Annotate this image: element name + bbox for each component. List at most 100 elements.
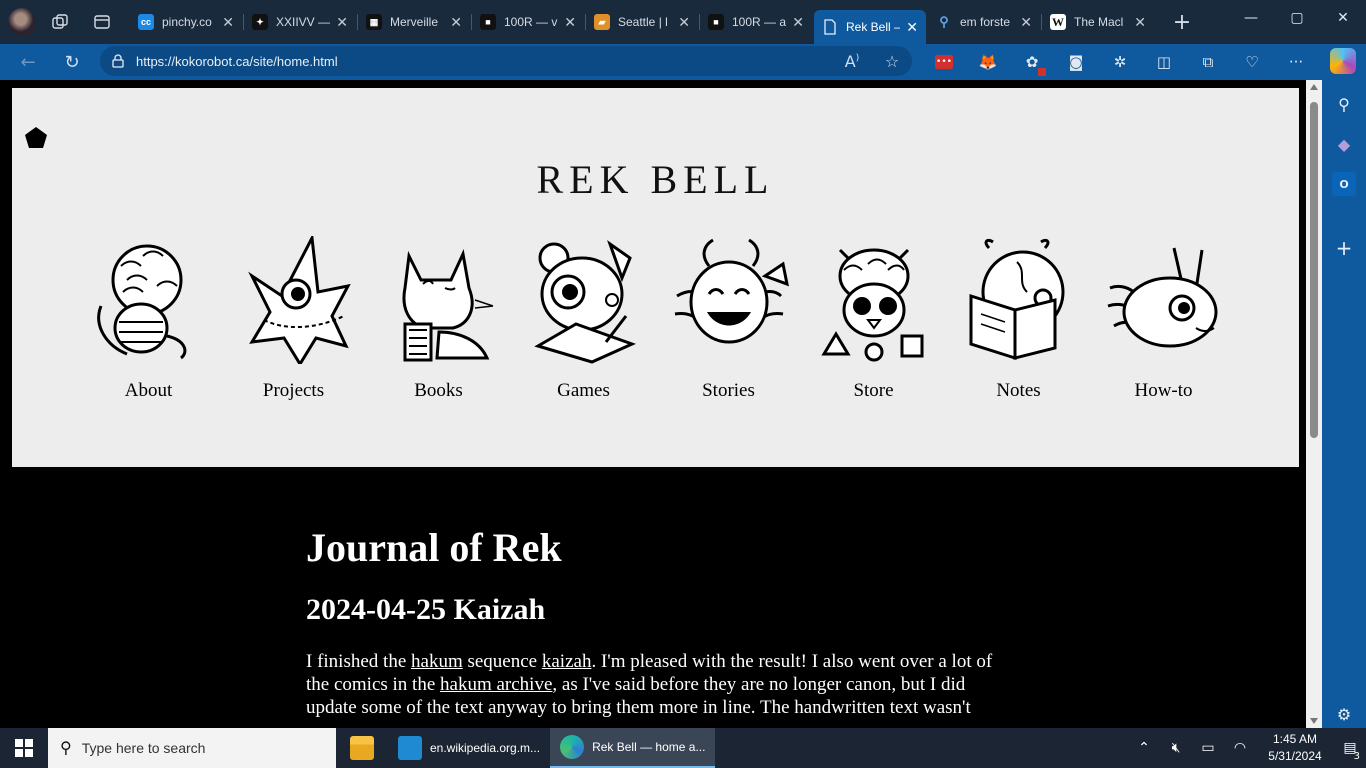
tab-label: The Macl [1074,15,1124,29]
entry-paragraph: I finished the hakum sequence kaizah. I'… [306,650,1016,719]
close-icon[interactable]: ✕ [450,14,462,31]
projects-creature-illustration [247,236,351,364]
tab-actions-icon[interactable] [84,4,120,40]
screen: cc pinchy.co ✕ ✦ XXIIVV — ✕ ▦ Merveille … [0,0,1366,768]
metamask-fox-icon[interactable]: 🦊 [966,44,1010,80]
file-explorer-button[interactable] [336,728,388,768]
menu-item-how-to[interactable]: How-to [1091,236,1236,402]
copilot-icon[interactable] [1330,48,1356,74]
menu-item-store[interactable]: Store [801,236,946,402]
collections-icon[interactable]: ⧉ [1186,44,1230,80]
close-icon[interactable]: ✕ [1020,14,1032,31]
menu-label-about: About [124,380,173,401]
tab-seattle[interactable]: ▰ Seattle | l ✕ [586,6,700,38]
wifi-icon[interactable]: ◠ [1224,740,1256,756]
back-button[interactable]: ← [10,46,46,78]
menu-label-store: Store [853,380,894,401]
tab-100r-a[interactable]: ■ 100R — a ✕ [700,6,812,38]
search-placeholder: Type here to search [81,740,206,756]
extension-badge-icon[interactable]: ✿ [1010,44,1054,80]
notifications-icon[interactable]: ▤ 3 [1334,740,1366,762]
tab-100r-v[interactable]: ■ 100R — v ✕ [472,6,586,38]
page-scrollbar[interactable] [1306,80,1322,728]
minimize-button[interactable]: — [1228,0,1274,36]
refresh-button[interactable]: ↻ [54,46,90,78]
close-icon[interactable]: ✕ [792,14,804,31]
address-bar[interactable]: https://kokorobot.ca/site/home.html A) ☆ [100,46,912,76]
url-text[interactable]: https://kokorobot.ca/site/home.html [136,54,338,69]
hakum-link[interactable]: hakum [411,651,463,672]
hakum-archive-link[interactable]: hakum archive [440,674,552,695]
clock[interactable]: 1:45 AM 5/31/2024 [1256,731,1334,765]
how-to-creature-illustration [1107,247,1217,348]
scroll-up-arrow-icon[interactable] [1310,84,1318,90]
close-window-button[interactable]: ✕ [1320,0,1366,36]
menu-item-projects[interactable]: Projects [221,236,366,402]
chevron-up-icon[interactable]: ⌃ [1128,740,1160,756]
tab-label: XXIIVV — [276,15,331,29]
entry-title: 2024-04-25 Kaizah [306,593,546,626]
system-tray: ⌃ 🔇︎ ▭ ◠ 1:45 AM 5/31/2024 ▤ 3 [1128,728,1366,768]
tab-favicon-icon: ▰ [594,14,610,30]
menu-label-stories: Stories [702,380,755,401]
menu-item-games[interactable]: Games [511,236,656,402]
browser-toolbar: ← ↻ https://kokorobot.ca/site/home.html … [0,44,1366,80]
start-button[interactable] [0,728,48,768]
stories-creature-illustration [674,238,789,344]
workspaces-icon[interactable] [42,4,78,40]
tab-em-forster[interactable]: ⚲ em forste ✕ [928,6,1042,38]
menu-item-stories[interactable]: Stories [656,236,801,402]
tab-pinchy[interactable]: cc pinchy.co ✕ [130,6,244,38]
tab-label: 100R — a [732,15,787,29]
kaizah-link[interactable]: kaizah [542,651,592,672]
close-icon[interactable]: ✕ [336,14,348,31]
extensions-puzzle-icon[interactable]: ✲ [1098,44,1142,80]
profile-avatar[interactable] [8,8,36,36]
read-aloud-icon[interactable]: A) [832,52,872,71]
tab-xxiivv[interactable]: ✦ XXIIVV — ✕ [244,6,358,38]
notes-creature-illustration [969,238,1064,361]
menu-label-notes: Notes [996,380,1041,401]
battery-icon[interactable]: ▭ [1192,740,1224,756]
vscode-icon [398,736,422,760]
close-icon[interactable]: ✕ [564,14,576,31]
performance-heart-icon[interactable]: ♡ [1230,44,1274,80]
outlook-icon[interactable]: O [1332,172,1356,196]
menu-item-notes[interactable]: Notes [946,236,1091,402]
tab-merveille[interactable]: ▦ Merveille ✕ [358,6,472,38]
close-icon[interactable]: ✕ [906,19,918,36]
new-tab-button[interactable]: + [1164,6,1200,38]
more-menu-icon[interactable]: ··· [1274,44,1318,80]
home-pentagon-icon[interactable] [24,126,48,150]
scroll-down-arrow-icon[interactable] [1310,718,1318,724]
sidebar-settings-icon[interactable]: ⚙ [1332,702,1356,726]
speaker-muted-icon[interactable]: 🔇︎ [1160,740,1192,756]
scrollbar-thumb[interactable] [1310,102,1318,438]
taskbar-search-box[interactable]: ⚲ Type here to search [48,728,336,768]
extension-red-icon[interactable]: ••• [922,44,966,80]
tab-label: Seattle | l [618,15,668,29]
tab-rek-bell-active[interactable]: Rek Bell – ✕ [814,10,926,44]
favorite-star-icon[interactable]: ☆ [872,52,912,71]
add-sidebar-app-icon[interactable]: + [1332,236,1356,260]
menu-item-about[interactable]: About [76,236,221,402]
maximize-button[interactable]: ▢ [1274,0,1320,36]
search-icon[interactable]: ⚲ [1332,92,1356,116]
search-icon: ⚲ [60,740,72,757]
camera-icon[interactable]: ◙ [1054,44,1098,80]
close-icon[interactable]: ✕ [678,14,690,31]
edge-sidebar: ⚲ ◆ O + ⚙ [1322,80,1366,728]
close-icon[interactable]: ✕ [222,14,234,31]
books-creature-illustration [402,249,493,362]
close-icon[interactable]: ✕ [1134,14,1146,31]
journal-heading: Journal of Rek [306,525,562,570]
tab-wikipedia[interactable]: W The Macl ✕ [1042,6,1154,38]
taskbar-app-vscode[interactable]: en.wikipedia.org.m... [388,728,550,768]
split-screen-icon[interactable]: ◫ [1142,44,1186,80]
copilot-sidebar-icon[interactable]: ◆ [1332,132,1356,156]
lock-icon[interactable] [100,54,136,68]
taskbar-app-edge[interactable]: Rek Bell — home a... [550,728,716,768]
tab-label: Rek Bell – [846,20,901,34]
address-bar-actions: A) ☆ [832,46,912,76]
menu-item-books[interactable]: Books [366,236,511,402]
